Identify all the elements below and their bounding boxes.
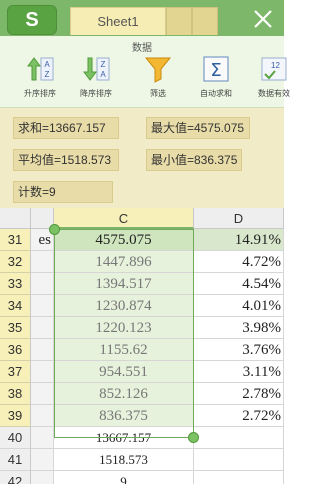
cell-d[interactable]: 14.91%	[194, 229, 284, 251]
svg-text:Σ: Σ	[210, 60, 221, 81]
cell-d[interactable]: 4.72%	[194, 251, 284, 273]
cell-c[interactable]: 852.126	[54, 383, 194, 405]
cell-c[interactable]: 1447.896	[54, 251, 194, 273]
svg-text:A: A	[44, 60, 50, 69]
data-validation-button[interactable]: 12 数据有效	[248, 54, 300, 99]
cell-b[interactable]	[31, 317, 54, 339]
selection-handle-bottom[interactable]	[188, 432, 199, 443]
stat-average: 平均值=1518.573	[13, 149, 119, 171]
cell-d[interactable]: 3.11%	[194, 361, 284, 383]
stat-sum: 求和=13667.157	[13, 117, 119, 139]
cell-b[interactable]	[31, 383, 54, 405]
corner-cell[interactable]	[0, 208, 31, 229]
cell-c[interactable]: 13667.157	[54, 427, 194, 449]
autosum-label: 自动求和	[200, 89, 232, 98]
svg-text:Z: Z	[101, 60, 106, 69]
row-header[interactable]: 32	[0, 251, 31, 273]
data-validation-label: 数据有效	[258, 89, 290, 98]
cell-c[interactable]: 9	[54, 471, 194, 484]
cell-b[interactable]	[31, 273, 54, 295]
row-header[interactable]: 38	[0, 383, 31, 405]
cell-b[interactable]	[31, 251, 54, 273]
cell-c[interactable]: 954.551	[54, 361, 194, 383]
row-header[interactable]: 31	[0, 229, 31, 251]
row-header[interactable]: 40	[0, 427, 31, 449]
selection-stats-panel: 求和=13667.157 最大值=4575.075 平均值=1518.573 最…	[0, 108, 284, 208]
sort-ascending-button[interactable]: A Z 升序排序	[14, 54, 66, 99]
cell-b[interactable]	[31, 427, 54, 449]
cell-c[interactable]: 1394.517	[54, 273, 194, 295]
cell-c[interactable]: 1518.573	[54, 449, 194, 471]
close-icon[interactable]	[250, 6, 276, 32]
sort-descending-label: 降序排序	[80, 89, 112, 98]
sort-descending-icon: Z A	[83, 57, 110, 81]
cell-d[interactable]: 3.76%	[194, 339, 284, 361]
cell-d[interactable]: 2.72%	[194, 405, 284, 427]
row-header[interactable]: 41	[0, 449, 31, 471]
cell-d[interactable]: 4.54%	[194, 273, 284, 295]
cell-c[interactable]: 4575.075	[54, 229, 194, 251]
column-header-d[interactable]: D	[194, 208, 284, 229]
ribbon-title: 数据	[132, 43, 152, 54]
cell-b[interactable]	[31, 471, 54, 484]
cell-b[interactable]	[31, 339, 54, 361]
filter-label: 筛选	[150, 89, 166, 98]
tab-blank-2[interactable]	[192, 7, 218, 35]
autosum-icon: Σ	[203, 56, 229, 82]
cell-b[interactable]	[31, 449, 54, 471]
row-header[interactable]: 36	[0, 339, 31, 361]
cell-b[interactable]	[31, 405, 54, 427]
cell-c[interactable]: 1230.874	[54, 295, 194, 317]
cell-b[interactable]	[31, 361, 54, 383]
sort-ascending-icon: A Z	[27, 57, 54, 81]
cell-c[interactable]: 1155.62	[54, 339, 194, 361]
cell-d[interactable]	[194, 449, 284, 471]
autosum-button[interactable]: Σ 自动求和	[190, 54, 242, 99]
cell-b[interactable]	[31, 295, 54, 317]
tab-sheet1[interactable]: Sheet1	[70, 7, 166, 35]
app-menu-button[interactable]: S	[7, 5, 57, 35]
row-header[interactable]: 35	[0, 317, 31, 339]
row-header[interactable]: 37	[0, 361, 31, 383]
ribbon-data: 数据 A Z 升序排序 Z A 降序排序 筛选 Σ 自动求和 12 数据有效	[0, 36, 290, 108]
sort-ascending-label: 升序排序	[24, 89, 56, 98]
top-bar: S Sheet1	[0, 0, 284, 36]
cell-d[interactable]	[194, 471, 284, 484]
row-header[interactable]: 34	[0, 295, 31, 317]
row-header[interactable]: 39	[0, 405, 31, 427]
svg-text:Z: Z	[45, 70, 50, 79]
sort-descending-button[interactable]: Z A 降序排序	[70, 54, 122, 99]
selection-handle-top[interactable]	[49, 224, 60, 235]
cell-c[interactable]: 836.375	[54, 405, 194, 427]
app-letter: S	[25, 9, 39, 31]
cell-c[interactable]: 1220.123	[54, 317, 194, 339]
data-validation-icon: 12	[261, 57, 287, 81]
svg-text:A: A	[100, 70, 106, 79]
row-header[interactable]: 42	[0, 471, 31, 484]
svg-text:12: 12	[271, 61, 280, 70]
column-header-c[interactable]: C	[54, 208, 194, 229]
stat-count: 计数=9	[13, 181, 113, 203]
spreadsheet-grid[interactable]: C D 31 es 4575.075 14.91% 32 1447.896 4.72% 33 1…	[0, 208, 284, 484]
cell-d[interactable]: 2.78%	[194, 383, 284, 405]
cell-d[interactable]	[194, 427, 284, 449]
tab-blank-1[interactable]	[166, 7, 192, 35]
filter-icon	[144, 57, 172, 83]
stat-min: 最小值=836.375	[146, 149, 242, 171]
filter-button[interactable]: 筛选	[132, 54, 184, 99]
cell-d[interactable]: 4.01%	[194, 295, 284, 317]
stat-max: 最大值=4575.075	[146, 117, 250, 139]
cell-d[interactable]: 3.98%	[194, 317, 284, 339]
row-header[interactable]: 33	[0, 273, 31, 295]
